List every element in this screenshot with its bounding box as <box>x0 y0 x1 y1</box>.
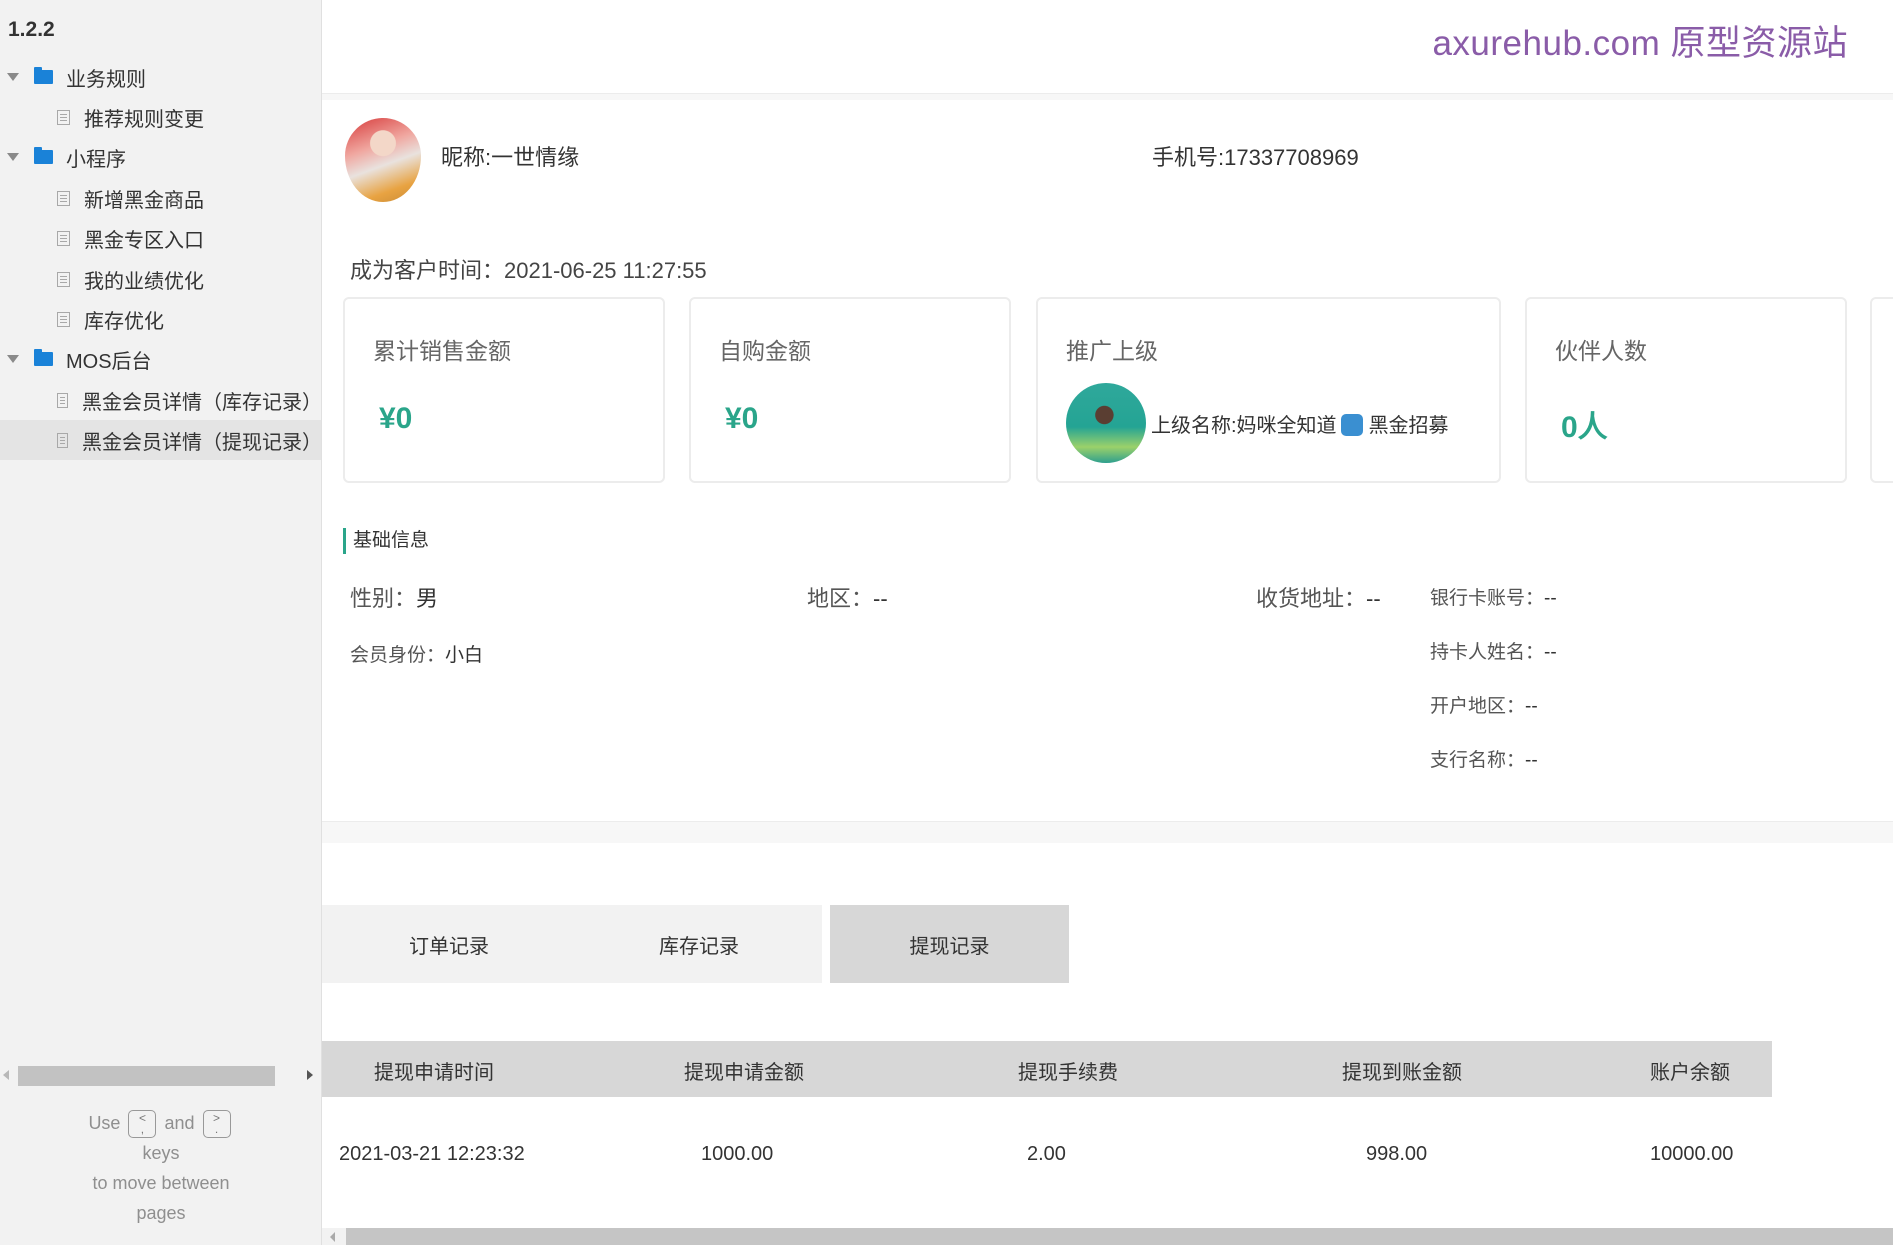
folder-icon <box>34 349 53 366</box>
watermark: axurehub.com 原型资源站 <box>1432 24 1848 63</box>
tree-label: 黑金专区入口 <box>84 229 204 252</box>
column-header: 提现到账金额 <box>1342 1062 1462 1084</box>
page-icon <box>57 432 68 448</box>
scroll-right-icon[interactable] <box>307 1070 313 1080</box>
hint-text: to move between <box>92 1173 230 1194</box>
page-icon <box>57 230 70 246</box>
info-card-holder: 持卡人姓名：-- <box>1430 642 1557 663</box>
stat-card-total-sales: 累计销售金额 ¥0 <box>343 297 665 483</box>
page-icon <box>57 271 70 287</box>
table-cell: 998.00 <box>1366 1143 1428 1165</box>
folder-icon <box>34 67 53 84</box>
hint-text: keys <box>142 1143 180 1164</box>
table-cell: 2021-03-21 12:23:32 <box>339 1143 525 1165</box>
page-icon <box>57 109 70 125</box>
upline-name: 上级名称:妈咪全知道 黑金招募 <box>1151 413 1449 437</box>
tree-page-new-black-gold-product[interactable]: 新增黑金商品 <box>0 178 321 218</box>
tree-page-member-detail-withdraw[interactable]: 黑金会员详情（提现记录） <box>0 420 322 460</box>
tree-page-my-performance[interactable]: 我的业绩优化 <box>0 259 321 299</box>
scroll-left-icon[interactable] <box>330 1232 335 1242</box>
tree-page-inventory-optimize[interactable]: 库存优化 <box>0 299 321 339</box>
tree-page-member-detail-inventory[interactable]: 黑金会员详情（库存记录） <box>0 380 322 420</box>
sidebar: 1.2.2 业务规则 推荐规则变更 小程序 新增黑金商品 黑金专区入口 我的业绩… <box>0 0 322 1245</box>
tab-withdraw-records[interactable]: 提现记录 <box>830 905 1069 983</box>
scrollbar-thumb[interactable] <box>18 1066 275 1086</box>
table-cell: 10000.00 <box>1650 1143 1734 1165</box>
keyboard-navigation-hint: Use <, and >. keys to move between pages <box>0 1108 321 1228</box>
caret-down-icon[interactable] <box>7 73 19 81</box>
tree-label: 我的业绩优化 <box>84 270 204 293</box>
stat-value: ¥0 <box>725 402 759 435</box>
project-version: 1.2.2 <box>8 18 55 41</box>
upline-info: 上级名称:妈咪全知道 黑金招募 <box>1066 383 1449 463</box>
info-branch-name: 支行名称：-- <box>1430 750 1538 771</box>
main-content: axurehub.com 原型资源站 昵称:一世情缘 手机号:173377089… <box>322 0 1893 1245</box>
upline-avatar <box>1066 383 1146 463</box>
stat-value: ¥0 <box>379 402 413 435</box>
stat-card-partial <box>1870 297 1893 483</box>
column-header: 提现申请金额 <box>684 1062 804 1084</box>
table-cell: 1000.00 <box>701 1143 774 1165</box>
section-title-basic-info: 基础信息 <box>343 528 429 554</box>
user-avatar <box>345 118 421 202</box>
tree-label: 业务规则 <box>66 68 146 91</box>
info-shipping-address: 收货地址：-- <box>1256 586 1381 611</box>
stat-card-upline: 推广上级 上级名称:妈咪全知道 黑金招募 <box>1036 297 1501 483</box>
main-horizontal-scrollbar[interactable] <box>322 1228 1893 1245</box>
info-member-level: 会员身份：小白 <box>350 645 484 666</box>
divider <box>322 93 1893 100</box>
tree-page-black-gold-entry[interactable]: 黑金专区入口 <box>0 218 321 258</box>
tree-label: 推荐规则变更 <box>84 108 204 131</box>
column-header: 提现手续费 <box>1018 1062 1118 1084</box>
tree-page-recommend-rule-change[interactable]: 推荐规则变更 <box>0 97 321 137</box>
column-header: 提现申请时间 <box>374 1062 494 1084</box>
tree-folder-mos-backend[interactable]: MOS后台 <box>0 339 321 379</box>
stat-card-self-purchase: 自购金额 ¥0 <box>689 297 1011 483</box>
page-icon <box>57 190 70 206</box>
info-bank-account: 银行卡账号：-- <box>1430 588 1557 609</box>
next-key-icon: >. <box>202 1110 231 1139</box>
hint-text: and <box>164 1113 195 1133</box>
tab-inventory-records[interactable]: 库存记录 <box>576 905 822 983</box>
thumbs-up-emoji-icon <box>1340 413 1363 436</box>
sidebar-horizontal-scrollbar[interactable] <box>0 1064 321 1088</box>
tree-label: 新增黑金商品 <box>84 189 204 212</box>
info-region: 地区：-- <box>807 586 888 611</box>
hint-text: Use <box>88 1113 121 1133</box>
tree-folder-business-rules[interactable]: 业务规则 <box>0 57 321 97</box>
stat-title: 伙伴人数 <box>1555 338 1647 364</box>
hint-text: pages <box>136 1203 186 1224</box>
tree-folder-mini-program[interactable]: 小程序 <box>0 137 321 177</box>
tab-order-records[interactable]: 订单记录 <box>322 905 576 983</box>
column-header: 账户余额 <box>1650 1062 1730 1084</box>
customer-since: 成为客户时间：2021-06-25 11:27:55 <box>350 258 707 283</box>
tree-label: 黑金会员详情（库存记录） <box>82 391 322 414</box>
tree-label: 黑金会员详情（提现记录） <box>82 431 322 454</box>
tree-label: 小程序 <box>66 148 126 171</box>
stat-value: 0人 <box>1561 411 1608 444</box>
table-cell: 2.00 <box>1027 1143 1066 1165</box>
folder-icon <box>34 147 53 164</box>
caret-down-icon[interactable] <box>7 355 19 363</box>
page-icon <box>57 311 70 327</box>
caret-down-icon[interactable] <box>7 153 19 161</box>
stat-title: 推广上级 <box>1066 338 1158 364</box>
stat-card-partners: 伙伴人数 0人 <box>1525 297 1847 483</box>
tree-label: MOS后台 <box>66 350 152 373</box>
prev-key-icon: <, <box>128 1110 157 1139</box>
nickname: 昵称:一世情缘 <box>441 145 580 170</box>
info-gender: 性别：男 <box>350 586 439 611</box>
page-icon <box>57 392 68 408</box>
stat-title: 自购金额 <box>719 338 811 364</box>
info-bank-region: 开户地区：-- <box>1430 696 1538 717</box>
scroll-left-icon[interactable] <box>3 1070 9 1080</box>
phone-number: 手机号:17337708969 <box>1152 145 1359 170</box>
tree-label: 库存优化 <box>84 310 164 333</box>
divider <box>322 821 1893 843</box>
stat-title: 累计销售金额 <box>373 338 511 364</box>
